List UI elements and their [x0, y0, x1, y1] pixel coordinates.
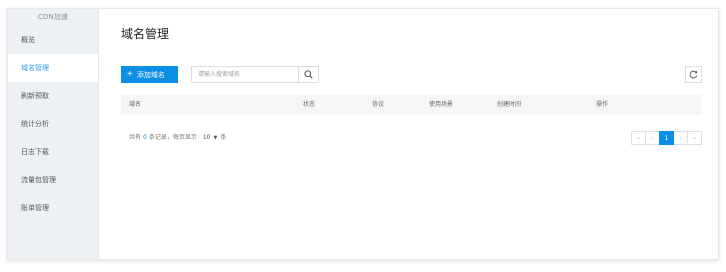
- record-prefix: 共有: [129, 134, 142, 141]
- column-header-actions: 操作: [596, 101, 609, 108]
- search-button[interactable]: [298, 67, 318, 82]
- sidebar-item-billing[interactable]: 账单管理: [8, 194, 98, 222]
- record-count: 0: [143, 134, 147, 141]
- table-footer: 共有 0 条记录，每页显示 10 ▼ 条 « ‹ 1 › »: [121, 129, 702, 147]
- sidebar-item-traffic-package[interactable]: 流量包管理: [8, 166, 98, 194]
- page-size-select[interactable]: 10 ▼: [203, 129, 218, 147]
- pagination: « ‹ 1 › »: [631, 131, 702, 145]
- last-page-button[interactable]: »: [687, 131, 702, 145]
- column-header-status: 状态: [303, 101, 316, 108]
- sidebar-item-domain-management[interactable]: 域名管理: [8, 54, 98, 82]
- sidebar-item-overview[interactable]: 概览: [8, 26, 98, 54]
- add-domain-label: 添加域名: [136, 71, 165, 79]
- column-header-created-time: 创建时间: [497, 101, 522, 108]
- page-size-value: 10: [202, 134, 211, 141]
- domain-search-input[interactable]: [192, 67, 298, 82]
- plus-icon: +: [127, 68, 133, 80]
- record-info: 共有 0 条记录，每页显示 10 ▼ 条: [129, 129, 226, 147]
- page-1-button[interactable]: 1: [659, 131, 674, 145]
- page-title: 域名管理: [121, 27, 170, 41]
- column-header-scenario: 使用场景: [429, 101, 454, 108]
- sidebar: CDN加速 概览 域名管理 刷新预取 统计分析 日志下载 流量包管理 账单管理: [8, 9, 99, 259]
- sidebar-item-refresh-prefetch[interactable]: 刷新预取: [8, 82, 98, 110]
- prev-page-button[interactable]: ‹: [645, 131, 660, 145]
- sidebar-item-log-download[interactable]: 日志下载: [8, 138, 98, 166]
- next-page-button[interactable]: ›: [673, 131, 688, 145]
- add-domain-button[interactable]: + 添加域名: [121, 66, 178, 83]
- refresh-button[interactable]: [685, 66, 702, 83]
- table-header: 域名 状态 协议 使用场景 创建时间 操作: [121, 95, 702, 115]
- record-mid-text: 条记录，每页显示: [148, 134, 197, 141]
- main-content: 域名管理 + 添加域名 域名 状态 协议 使用场景: [99, 9, 718, 259]
- search-box: [191, 66, 319, 83]
- refresh-icon: [689, 70, 698, 79]
- caret-down-icon: ▼: [213, 135, 218, 141]
- sidebar-item-statistics[interactable]: 统计分析: [8, 110, 98, 138]
- record-suffix: 条: [220, 134, 227, 141]
- first-page-button[interactable]: «: [631, 131, 646, 145]
- column-header-protocol: 协议: [372, 101, 385, 108]
- cdn-console-window: CDN加速 概览 域名管理 刷新预取 统计分析 日志下载 流量包管理 账单管理 …: [7, 8, 719, 260]
- sidebar-title: CDN加速: [37, 13, 69, 21]
- search-icon: [304, 70, 313, 79]
- column-header-domain: 域名: [129, 101, 142, 108]
